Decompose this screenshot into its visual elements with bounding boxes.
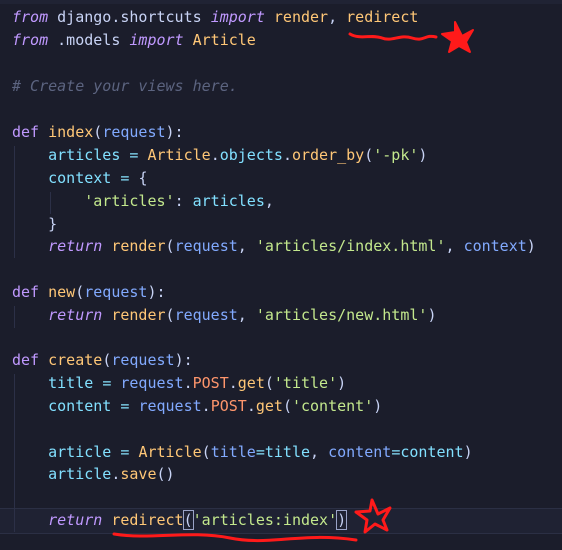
underline-scribble-redirect-call [112,532,358,543]
code-editor[interactable]: from django.shortcuts import render, red… [0,0,562,550]
annotation-layer [112,21,474,543]
star-annotation-bottom [354,498,392,534]
underline-scribble-redirect [348,32,438,41]
star-annotation-top [441,21,474,53]
